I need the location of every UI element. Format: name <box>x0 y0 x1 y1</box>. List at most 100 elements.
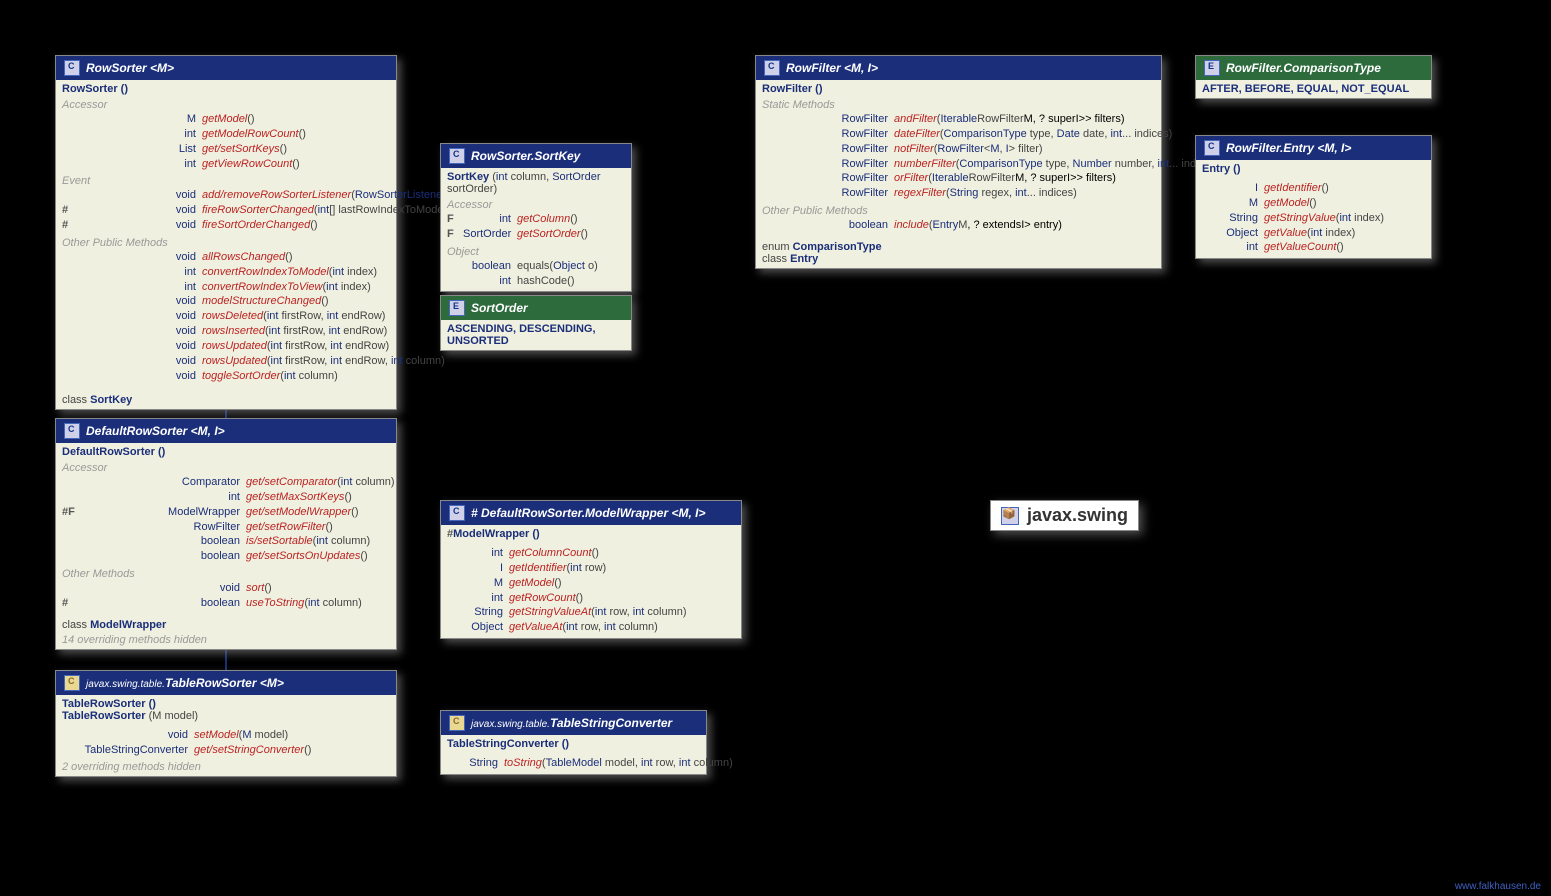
section-accessor: Accessor <box>62 462 390 474</box>
class-icon <box>64 675 80 691</box>
class-icon <box>1204 140 1220 156</box>
nested-class: class SortKey <box>62 394 390 406</box>
section-accessor: Accessor <box>62 99 390 111</box>
class-sortkey: RowSorter.SortKey SortKey (int column, S… <box>440 143 632 292</box>
method-row: #voidfireRowSorterChanged (int[] lastRow… <box>62 203 390 218</box>
method-row: booleanget/setSortsOnUpdates () <box>62 549 390 564</box>
enum-title: SortOrder <box>471 301 528 315</box>
method-row: intgetViewRowCount () <box>62 157 390 172</box>
enum-values: AFTER, BEFORE, EQUAL, NOT_EQUAL <box>1196 80 1431 98</box>
class-icon <box>449 505 465 521</box>
constructor: DefaultRowSorter () <box>62 446 390 458</box>
method-row: IgetIdentifier (int row) <box>447 561 735 576</box>
class-title: DefaultRowSorter <M, I> <box>86 424 225 438</box>
method-row: voidallRowsChanged () <box>62 250 390 265</box>
package-name: javax.swing <box>1027 505 1128 526</box>
section-public: Other Public Methods <box>762 205 1155 217</box>
method-row: voidrowsInserted (int firstRow, int endR… <box>62 324 390 339</box>
method-row: booleanis/setSortable (int column) <box>62 534 390 549</box>
footer-note: 2 overriding methods hidden <box>56 761 396 776</box>
method-row: RowFilterandFilter (IterableRowFilterM, … <box>762 112 1155 127</box>
method-row: MgetModel () <box>447 576 735 591</box>
method-row: ObjectgetValue (int index) <box>1202 226 1425 241</box>
method-row: StringgetStringValue (int index) <box>1202 211 1425 226</box>
method-row: intgetRowCount () <box>447 591 735 606</box>
method-row: inthashCode () <box>447 274 625 289</box>
method-row: Comparatorget/setComparator (int column) <box>62 475 390 490</box>
section-accessor: Accessor <box>447 199 625 211</box>
class-title: # DefaultRowSorter.ModelWrapper <M, I> <box>471 506 706 520</box>
class-header: # DefaultRowSorter.ModelWrapper <M, I> <box>441 501 741 525</box>
method-row: #booleanuseToString (int column) <box>62 596 390 611</box>
section-public: Other Public Methods <box>62 237 390 249</box>
nested-enum: enum ComparisonType <box>762 241 1155 253</box>
method-row: booleaninclude (EntryM, ? extends I> ent… <box>762 218 1155 233</box>
class-header: RowSorter <M> <box>56 56 396 80</box>
method-row: FSortOrdergetSortOrder () <box>447 227 625 242</box>
method-row: intconvertRowIndexToView (int index) <box>62 280 390 295</box>
package-label: javax.swing <box>990 500 1139 531</box>
enum-sortorder: SortOrder ASCENDING, DESCENDING, UNSORTE… <box>440 295 632 351</box>
enum-title: RowFilter.ComparisonType <box>1226 61 1381 75</box>
class-header: javax.swing.table.TableRowSorter <M> <box>56 671 396 695</box>
class-modelwrapper: # DefaultRowSorter.ModelWrapper <M, I> #… <box>440 500 742 639</box>
constructor: #ModelWrapper () <box>447 528 735 540</box>
enum-header: RowFilter.ComparisonType <box>1196 56 1431 80</box>
enum-header: SortOrder <box>441 296 631 320</box>
section-static: Static Methods <box>762 99 1155 111</box>
class-tablestringconverter: javax.swing.table.TableStringConverter T… <box>440 710 707 775</box>
class-title: javax.swing.table.TableRowSorter <M> <box>86 676 284 690</box>
method-row: voidrowsDeleted (int firstRow, int endRo… <box>62 309 390 324</box>
class-tablerowsorter: javax.swing.table.TableRowSorter <M> Tab… <box>55 670 397 777</box>
method-row: ObjectgetValueAt (int row, int column) <box>447 620 735 635</box>
class-title: javax.swing.table.TableStringConverter <box>471 716 672 730</box>
footer-credit: www.falkhausen.de <box>1455 881 1541 892</box>
method-row: MgetModel () <box>1202 196 1425 211</box>
constructor: RowSorter () <box>62 83 390 95</box>
method-row: Listget/setSortKeys () <box>62 142 390 157</box>
method-row: voidtoggleSortOrder (int column) <box>62 369 390 384</box>
class-icon <box>64 60 80 76</box>
method-row: voidsetModel (M model) <box>62 728 390 743</box>
class-defaultrowsorter: DefaultRowSorter <M, I> DefaultRowSorter… <box>55 418 397 650</box>
method-row: RowFilterget/setRowFilter () <box>62 520 390 535</box>
constructor: SortKey (int column, SortOrder sortOrder… <box>447 171 625 195</box>
method-row: voidmodelStructureChanged () <box>62 294 390 309</box>
class-icon <box>449 148 465 164</box>
class-icon <box>64 423 80 439</box>
section-other: Other Methods <box>62 568 390 580</box>
constructor: TableRowSorter () <box>62 698 390 710</box>
class-header: RowFilter.Entry <M, I> <box>1196 136 1431 160</box>
method-row: StringgetStringValueAt (int row, int col… <box>447 605 735 620</box>
method-row: IgetIdentifier () <box>1202 181 1425 196</box>
method-row: voidadd/removeRowSorterListener (RowSort… <box>62 188 390 203</box>
section-object: Object <box>447 246 625 258</box>
class-icon <box>764 60 780 76</box>
enum-icon <box>449 300 465 316</box>
constructor: RowFilter () <box>762 83 1155 95</box>
class-title: RowFilter <M, I> <box>786 61 878 75</box>
method-row: intget/setMaxSortKeys () <box>62 490 390 505</box>
section-event: Event <box>62 175 390 187</box>
method-row: voidrowsUpdated (int firstRow, int endRo… <box>62 339 390 354</box>
class-header: RowSorter.SortKey <box>441 144 631 168</box>
nested-class: class ModelWrapper <box>62 619 390 631</box>
class-title: RowSorter <M> <box>86 61 174 75</box>
package-icon <box>1001 507 1019 525</box>
class-header: DefaultRowSorter <M, I> <box>56 419 396 443</box>
nested-class: class Entry <box>762 253 1155 265</box>
class-title: RowFilter.Entry <M, I> <box>1226 141 1351 155</box>
method-row: RowFilternumberFilter (ComparisonType ty… <box>762 157 1155 172</box>
method-row: voidsort () <box>62 581 390 596</box>
class-title: RowSorter.SortKey <box>471 149 580 163</box>
method-row: TableStringConverterget/setStringConvert… <box>62 743 390 758</box>
method-row: StringtoString (TableModel model, int ro… <box>447 756 700 771</box>
constructor: TableStringConverter () <box>447 738 700 750</box>
class-entry: RowFilter.Entry <M, I> Entry () IgetIden… <box>1195 135 1432 259</box>
method-row: #FModelWrapperget/setModelWrapper () <box>62 505 390 520</box>
method-row: MgetModel () <box>62 112 390 127</box>
method-row: intgetValueCount () <box>1202 240 1425 255</box>
class-icon <box>449 715 465 731</box>
method-row: #voidfireSortOrderChanged () <box>62 218 390 233</box>
method-row: RowFilternotFilter (RowFilter<M, I> filt… <box>762 142 1155 157</box>
